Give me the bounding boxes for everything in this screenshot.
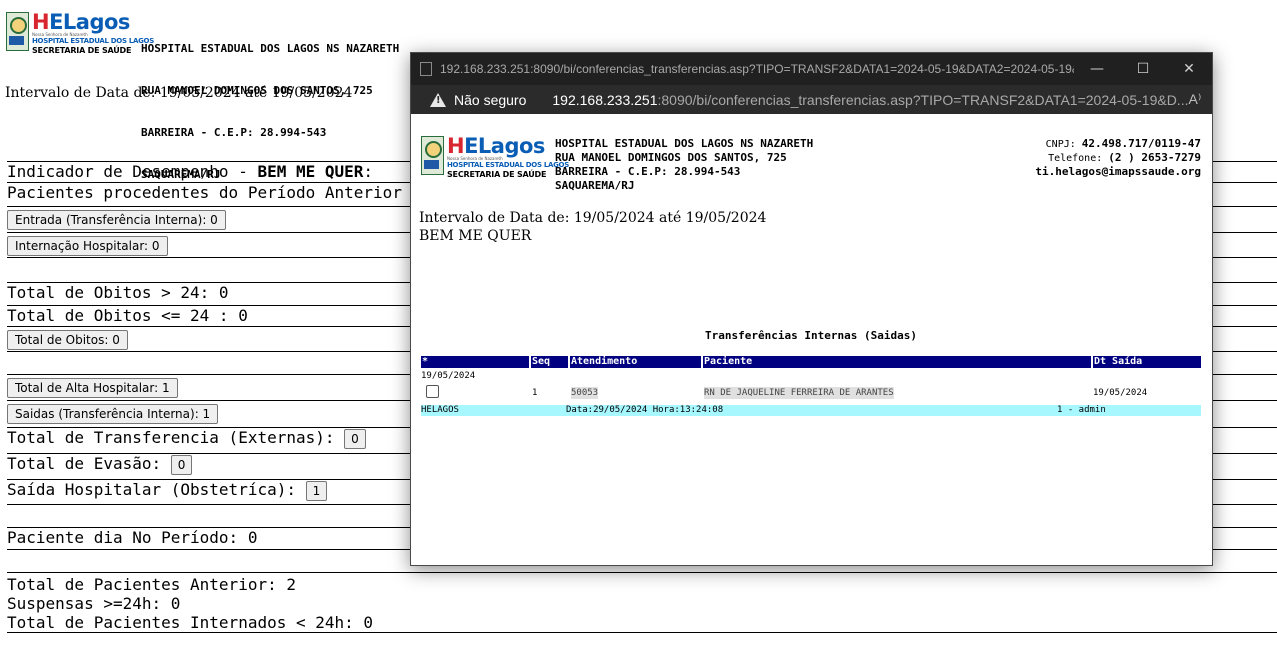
address-line-2: BARREIRA - C.E.P: 28.994-543 (555, 165, 741, 178)
popup-interval: Intervalo de Data de: 19/05/2024 até 19/… (419, 209, 766, 245)
popup-logo: HELagos Nossa Senhora de Nazareth HOSPIT… (421, 136, 569, 180)
logo-name: ELagos (464, 134, 545, 158)
hospital-name: HOSPITAL ESTADUAL DOS LAGOS NS NAZARETH (141, 42, 400, 55)
logo-secretaria: SECRETARIA DE SAÚDE (32, 46, 132, 55)
popup-window: 192.168.233.251:8090/bi/conferencias_tra… (410, 52, 1213, 566)
entrada-button[interactable]: Entrada (Transferência Interna): 0 (7, 210, 226, 230)
date-interval: Intervalo de Data de: 19/05/2024 até 19/… (5, 85, 353, 101)
helagos-logo: HELagos Nossa Senhora de Nazareth HOSPIT… (6, 12, 154, 56)
contact-info: CNPJ: 42.498.717/0119-47 Telefone: (2 ) … (1035, 137, 1201, 179)
alta-hospitalar-button[interactable]: Total de Alta Hospitalar: 1 (7, 378, 178, 398)
total-pacientes-anterior: Total de Pacientes Anterior: 2 (7, 575, 296, 594)
row-seq: 1 (532, 388, 538, 398)
phone-value: (2 ) 2653-7279 (1108, 151, 1201, 164)
logo-secretaria: SECRETARIA DE SAÚDE (447, 170, 547, 179)
popup-hospital-address: HOSPITAL ESTADUAL DOS LAGOS NS NAZARETH … (555, 137, 813, 193)
warning-icon[interactable]: ! (430, 92, 446, 107)
popup-content: HELagos Nossa Senhora de Nazareth HOSPIT… (411, 114, 1212, 564)
address-bar[interactable]: ! Não seguro 192.168.233.251:8090/bi/con… (411, 85, 1212, 114)
footer-user: 1 - admin (1057, 405, 1106, 415)
hospital-name: HOSPITAL ESTADUAL DOS LAGOS NS NAZARETH (555, 137, 814, 150)
transf-externas-button[interactable]: 0 (344, 428, 366, 449)
column-header-star: * (421, 356, 529, 368)
logo-letter-h: H (447, 134, 465, 158)
evasao-button[interactable]: 0 (170, 454, 193, 475)
total-obitos-button[interactable]: Total de Obitos: 0 (7, 330, 128, 350)
popup-date-interval: Intervalo de Data de: 19/05/2024 até 19/… (419, 210, 767, 226)
cnpj-label: CNPJ: (1045, 139, 1082, 150)
minimize-icon[interactable]: — (1074, 61, 1120, 77)
group-date: 19/05/2024 (421, 371, 476, 381)
popup-subtitle: BEM ME QUER (419, 228, 532, 244)
column-header-paciente: Paciente (703, 356, 1091, 368)
phone-label: Telefone: (1048, 153, 1109, 164)
address-line-2: BARREIRA - C.E.P: 28.994-543 (141, 126, 327, 139)
internacao-button[interactable]: Internação Hospitalar: 0 (7, 236, 168, 256)
row-paciente: RN DE JAQUELINE FERREIRA DE ARANTES (704, 387, 894, 399)
row-atendimento: 50053 (571, 387, 599, 399)
logo-hospital: HOSPITAL ESTADUAL DOS LAGOS (447, 161, 569, 169)
email: ti.helagos@imapssaude.org (1035, 165, 1201, 178)
indicator-title-prefix: Indicador de Desempenho - (7, 162, 258, 181)
maximize-icon[interactable]: ☐ (1120, 61, 1166, 77)
column-header-seq: Seq (531, 356, 568, 368)
logo-letter-h: H (32, 10, 50, 34)
address-city: SAQUAREMA/RJ (555, 179, 635, 192)
popup-titlebar[interactable]: 192.168.233.251:8090/bi/conferencias_tra… (411, 53, 1212, 85)
logo-name: ELagos (49, 10, 130, 34)
totals-block: Total de Pacientes Anterior: 2 Suspensas… (7, 572, 1277, 633)
report-header: HELagos Nossa Senhora de Nazareth HOSPIT… (6, 12, 154, 56)
page-icon (420, 62, 432, 76)
address-line-1: RUA MANOEL DOMINGOS DOS SANTOS, 725 (555, 151, 787, 164)
row-checkbox[interactable] (426, 385, 439, 398)
state-seal-icon (421, 136, 444, 175)
evasao-label: Total de Evasão: (7, 454, 162, 473)
not-secure-label[interactable]: Não seguro (454, 92, 526, 108)
indicator-title-suffix: : (363, 162, 374, 181)
suspensas: Suspensas >=24h: 0 (7, 594, 181, 613)
column-header-dt-saida: Dt Saída (1093, 356, 1201, 368)
cnpj-value: 42.498.717/0119-47 (1081, 137, 1201, 150)
transf-externas-label: Total de Transferencia (Externas): (7, 428, 335, 447)
state-seal-icon (6, 12, 29, 51)
saida-obst-label: Saída Hospitalar (Obstetríca): (7, 480, 296, 499)
url-path[interactable]: :8090/bi/conferencias_transferencias.asp… (658, 92, 1189, 108)
footer-unit: HELAGOS (421, 405, 459, 415)
column-header-atendimento: Atendimento (570, 356, 701, 368)
url-host[interactable]: 192.168.233.251 (552, 92, 657, 108)
window-title: 192.168.233.251:8090/bi/conferencias_tra… (440, 62, 1074, 76)
indicator-title-name: BEM ME QUER (257, 162, 364, 181)
saidas-button[interactable]: Saidas (Transferência Interna): 1 (7, 404, 219, 424)
row-dt-saida: 19/05/2024 (1093, 388, 1148, 398)
table-title: Transferências Internas (Saidas) (705, 329, 917, 342)
internados-lt24: Total de Pacientes Internados < 24h: 0 (7, 613, 374, 632)
footer-datetime: Data:29/05/2024 Hora:13:24:08 (566, 405, 724, 415)
read-aloud-icon[interactable]: A⁾ (1188, 91, 1201, 108)
logo-hospital: HOSPITAL ESTADUAL DOS LAGOS (32, 37, 154, 45)
saida-obst-button[interactable]: 1 (305, 480, 328, 501)
close-icon[interactable]: ✕ (1166, 61, 1212, 77)
